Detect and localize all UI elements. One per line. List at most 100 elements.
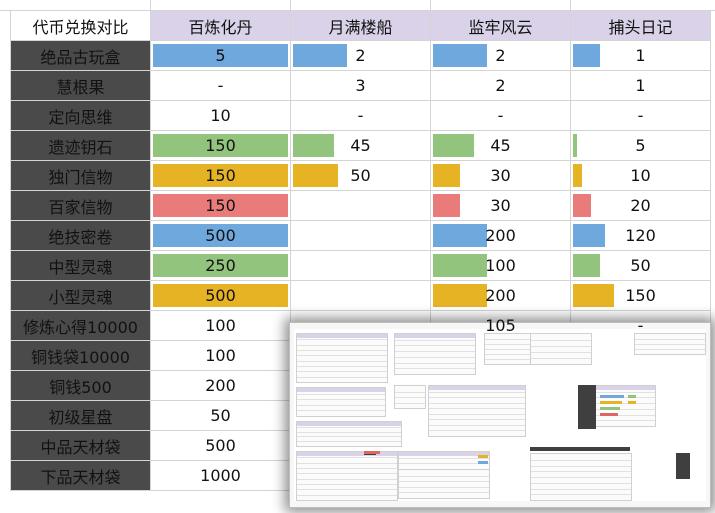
cell-value: 5 [635,136,646,155]
data-bar [293,44,347,67]
row-label[interactable]: 修炼心得10000 [10,310,151,341]
row-label[interactable]: 遗迹钥石 [10,130,151,161]
column-header[interactable]: 百炼化丹 [150,10,291,41]
thumbnail-rule [297,436,401,437]
table-cell[interactable]: 5 [570,130,711,161]
cell-value: 500 [205,286,236,305]
thumbnail-bar [628,395,636,398]
table-cell[interactable]: - [150,70,291,101]
table-cell[interactable]: - [290,100,431,131]
column-header[interactable]: 月满楼船 [290,10,431,41]
thumbnail-bar [628,401,636,404]
data-bar [573,284,614,307]
table-cell[interactable]: 200 [430,220,571,251]
corner-header[interactable]: 代币兑换对比 [10,10,151,41]
thumbnail-rule [395,363,475,364]
column-header[interactable]: 监牢风云 [430,10,571,41]
table-cell[interactable]: 1000 [150,460,291,491]
thumbnail-canvas [294,329,706,501]
thumbnail-block [296,333,388,383]
thumbnail-rule [297,405,385,406]
row-label[interactable]: 绝品古玩盒 [10,40,151,71]
table-cell[interactable]: - [570,100,711,131]
table-cell[interactable]: 50 [570,250,711,281]
sheet-overview-thumbnail[interactable] [289,322,711,508]
thumbnail-block [594,385,656,427]
thumbnail-rule [595,392,655,393]
table-cell[interactable]: 50 [150,400,291,431]
thumbnail-rule [635,339,705,340]
table-cell[interactable]: 50 [290,160,431,191]
table-cell[interactable]: 150 [150,130,291,161]
table-cell[interactable] [290,190,431,221]
row-label[interactable]: 独门信物 [10,160,151,191]
table-cell[interactable]: 200 [430,280,571,311]
thumbnail-block [394,333,476,375]
cell-value: 30 [490,166,511,185]
row-label[interactable]: 铜钱袋10000 [10,340,151,371]
row-label[interactable]: 中型灵魂 [10,250,151,281]
table-cell[interactable]: 100 [150,310,291,341]
cell-value: 1000 [200,466,241,485]
table-cell[interactable]: 1 [570,70,711,101]
table-cell[interactable]: 150 [150,190,291,221]
table-cell[interactable]: 5 [150,40,291,71]
cell-value: 500 [205,436,236,455]
row-label[interactable]: 绝技密卷 [10,220,151,251]
table-cell[interactable]: 20 [570,190,711,221]
table-cell[interactable]: 2 [430,40,571,71]
table-cell[interactable]: 100 [150,340,291,371]
table-cell[interactable]: - [430,100,571,131]
table-cell[interactable]: 150 [570,280,711,311]
table-cell[interactable]: 120 [570,220,711,251]
row-label[interactable]: 百家信物 [10,190,151,221]
table-cell[interactable]: 2 [430,70,571,101]
table-cell[interactable]: 2 [290,40,431,71]
table-cell[interactable]: 30 [430,160,571,191]
thumbnail-bar [600,401,622,404]
table-cell[interactable]: 45 [290,130,431,161]
table-cell[interactable] [290,250,431,281]
thumbnail-rule [429,414,525,415]
table-cell[interactable] [290,220,431,251]
table-cell[interactable]: 150 [150,160,291,191]
table-cell[interactable]: 500 [150,220,291,251]
data-bar [433,194,460,217]
table-cell[interactable]: 10 [570,160,711,191]
table-cell[interactable]: 3 [290,70,431,101]
thumbnail-header [297,422,401,426]
row-label[interactable]: 铜钱500 [10,370,151,401]
cell-value: - [637,316,644,335]
table-cell[interactable]: 1 [570,40,711,71]
table-row: 慧根果 - 3 2 1 [10,70,711,101]
cell-value: 50 [630,256,651,275]
table-cell[interactable]: 30 [430,190,571,221]
cell-value: 100 [205,316,236,335]
row-label[interactable]: 中品天材袋 [10,430,151,461]
row-label[interactable]: 慧根果 [10,70,151,101]
table-row: 小型灵魂 500 200 150 [10,280,711,311]
table-cell[interactable]: 45 [430,130,571,161]
row-label[interactable]: 小型灵魂 [10,280,151,311]
table-cell[interactable]: 500 [150,430,291,461]
data-bar [573,194,591,217]
table-cell[interactable]: 10 [150,100,291,131]
row-label[interactable]: 定向思维 [10,100,151,131]
column-header[interactable]: 捕头日记 [570,10,711,41]
table-cell[interactable]: 500 [150,280,291,311]
thumbnail-rule [297,489,397,490]
row-label[interactable]: 下品天材袋 [10,460,151,491]
thumbnail-header [297,388,385,392]
table-cell[interactable]: 100 [430,250,571,281]
thumbnail-bar [364,451,380,454]
thumbnail-bar [600,395,624,398]
table-cell[interactable]: 250 [150,250,291,281]
thumbnail-rule [297,463,397,464]
table-cell[interactable] [290,280,431,311]
thumbnail-rule [297,473,397,474]
row-label[interactable]: 初级星盘 [10,400,151,431]
thumbnail-header [595,386,655,390]
table-cell[interactable]: 200 [150,370,291,401]
cell-value: 50 [210,406,231,425]
column-divider [570,0,571,10]
